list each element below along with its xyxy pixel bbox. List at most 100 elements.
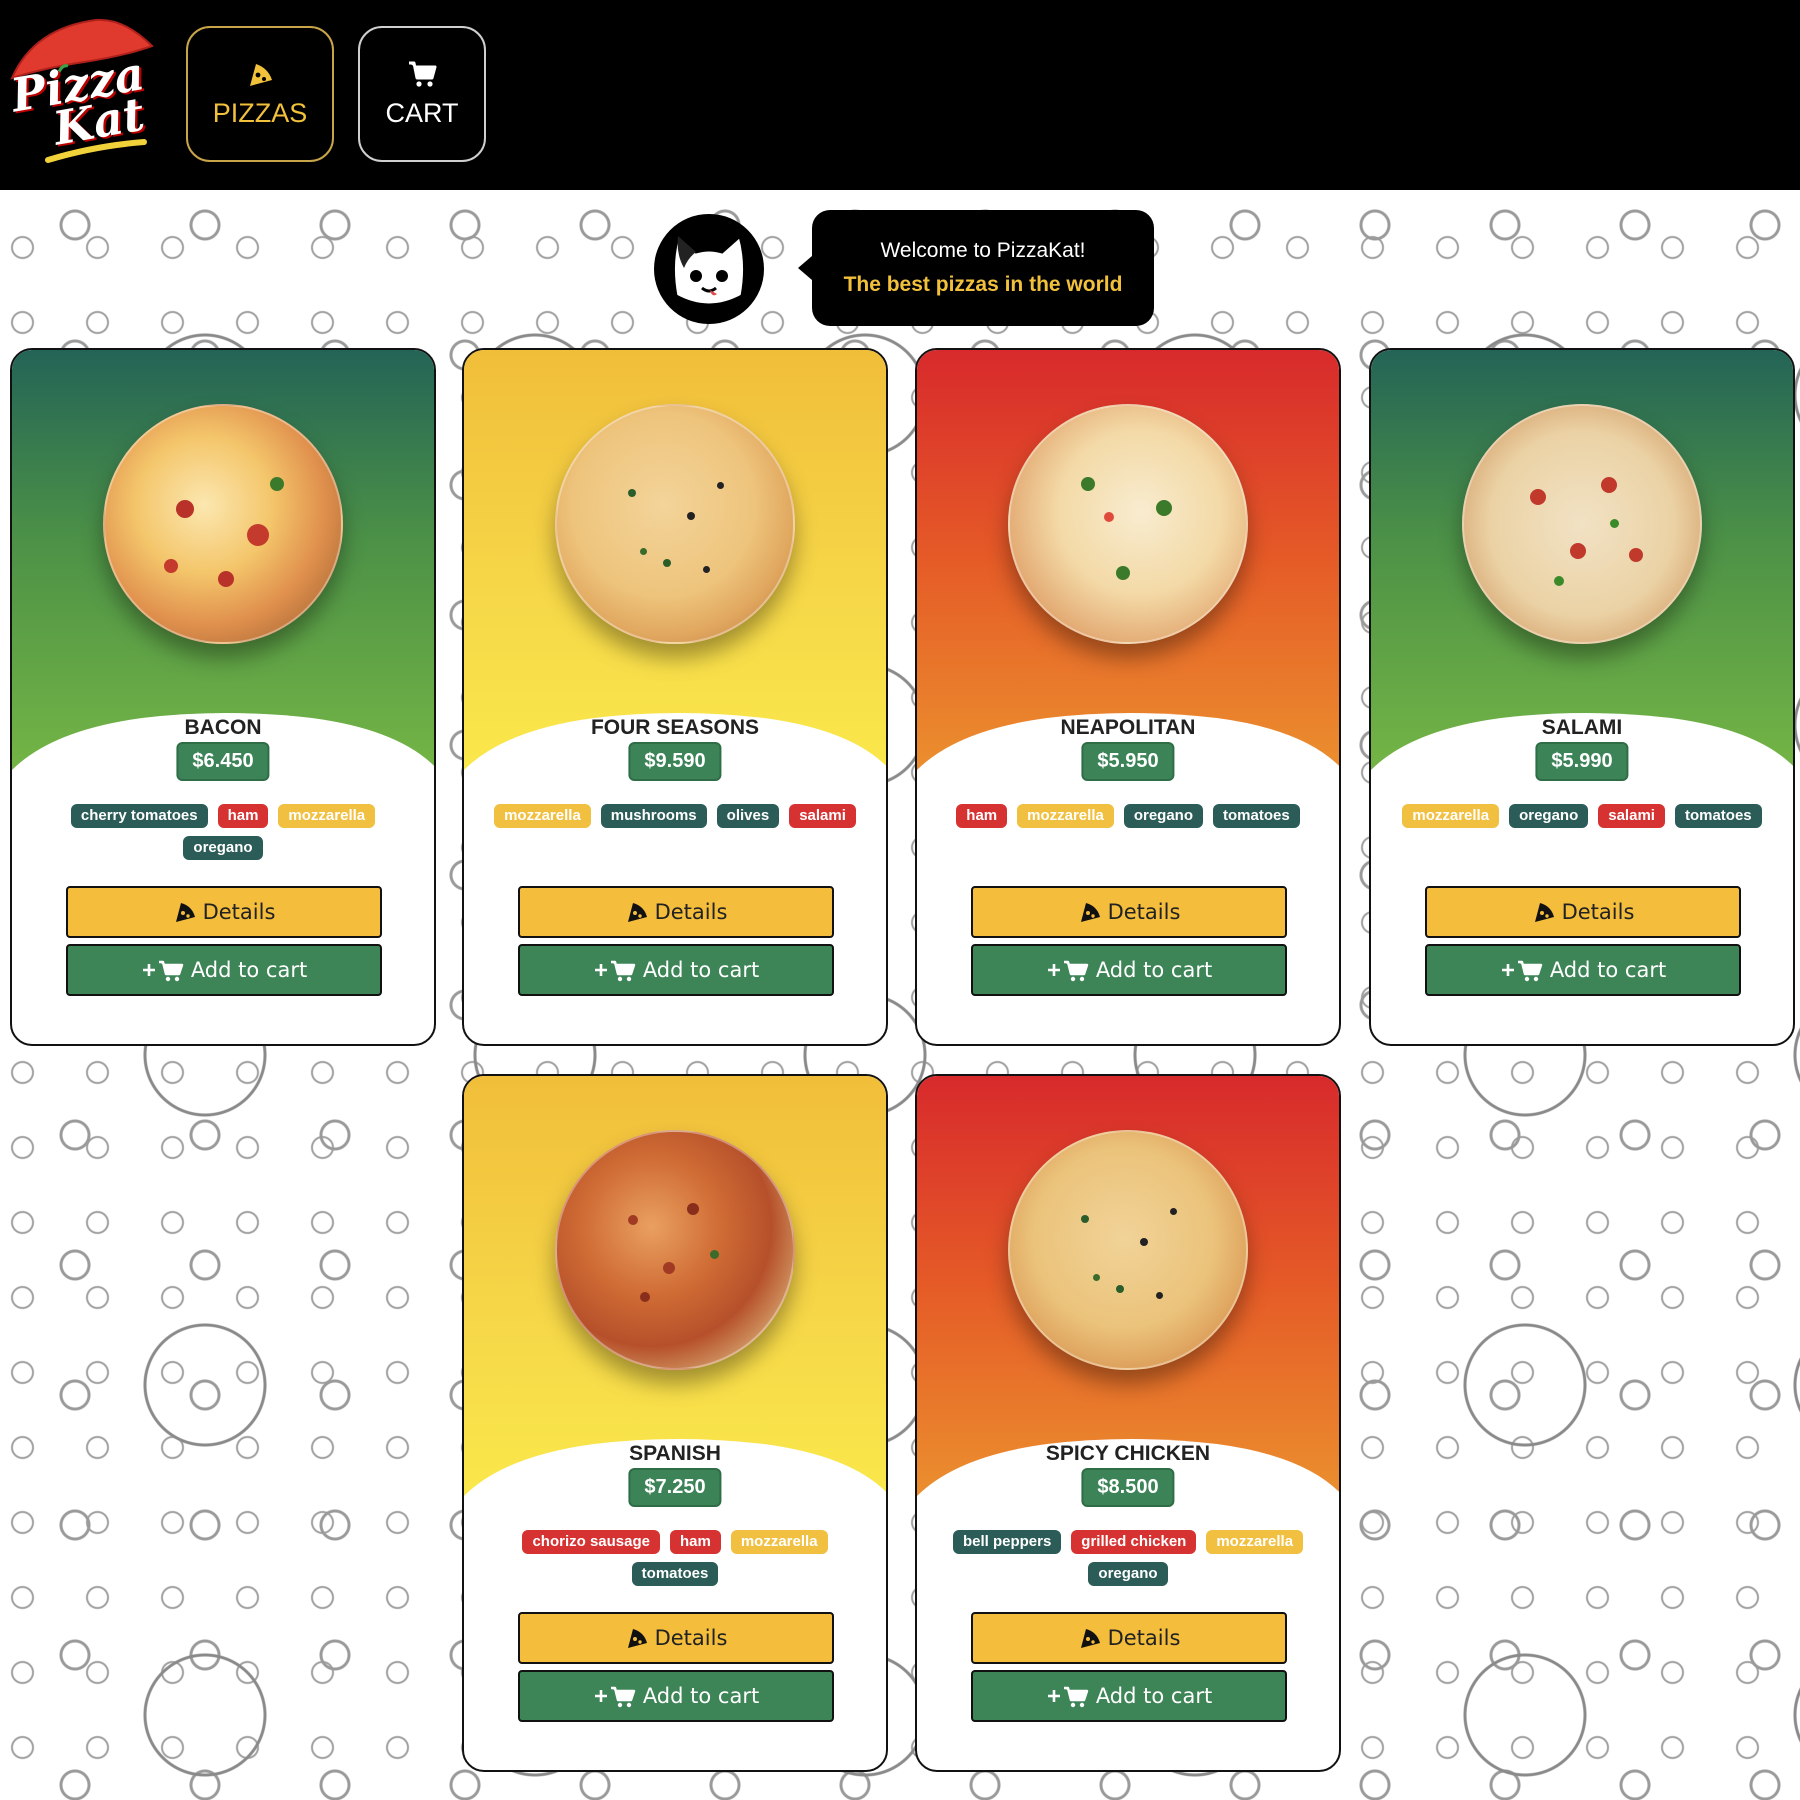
add-to-cart-label: Add to cart (642, 1684, 760, 1708)
topping-decoration (627, 488, 636, 497)
nav-pizzas-label: PIZZAS (212, 97, 308, 128)
ingredient-tag: tomatoes (1674, 804, 1762, 828)
topping-decoration (1139, 1238, 1148, 1247)
topping-decoration (717, 481, 725, 489)
pizza-image (555, 404, 795, 644)
cat-avatar (654, 214, 764, 324)
ingredient-tag: salami (1598, 804, 1665, 828)
pizza-slice-icon (250, 63, 272, 86)
add-to-cart-label: Add to cart (190, 958, 308, 982)
add-to-cart-button[interactable]: Add to cart (1425, 944, 1741, 996)
topping-decoration (703, 566, 711, 574)
pizza-slice-icon (627, 903, 647, 922)
add-to-cart-button[interactable]: Add to cart (518, 944, 834, 996)
ingredient-tag: grilled chicken (1071, 1530, 1197, 1554)
pizza-price-badge: $9.590 (628, 742, 722, 781)
welcome-title: Welcome to PizzaKat! (880, 239, 1086, 262)
topping-decoration (1080, 476, 1095, 491)
topping-decoration (1080, 1214, 1089, 1223)
pizza-slice-icon (1080, 903, 1100, 922)
ingredient-tag: salami (789, 804, 856, 828)
details-button[interactable]: Details (971, 886, 1287, 938)
pizza-card: SPANISH $7.250 chorizo sausage ham mozzarell… (462, 1074, 888, 1772)
ingredient-tag: oregano (1088, 1562, 1168, 1586)
topping-decoration (218, 571, 235, 588)
pizza-name: NEAPOLITAN (1060, 716, 1196, 739)
ingredient-tags: chorizo sausage ham mozzarella tomatoes (494, 1530, 856, 1586)
ingredient-tag: mushrooms (600, 804, 707, 828)
pizza-card: BACON $6.450 cherry tomatoes ham mozzarella o… (10, 348, 436, 1046)
topping-decoration (1553, 575, 1564, 586)
topping-decoration (1600, 476, 1617, 493)
details-label: Details (202, 900, 276, 924)
details-button[interactable]: Details (971, 1612, 1287, 1664)
details-label: Details (654, 1626, 728, 1650)
details-button[interactable]: Details (1425, 886, 1741, 938)
topping-decoration (639, 547, 647, 555)
ingredient-tag: ham (670, 1530, 721, 1554)
topping-decoration (246, 524, 269, 546)
add-to-cart-icon (1047, 1686, 1089, 1708)
pizza-image (1008, 404, 1248, 644)
topping-decoration (663, 559, 672, 568)
pizzakat-logo[interactable]: Pizza Kat (4, 16, 154, 176)
ingredient-tag: tomatoes (1213, 804, 1300, 828)
add-to-cart-button[interactable]: Add to cart (518, 1670, 834, 1722)
add-to-cart-icon (594, 960, 636, 982)
pizza-name: BACON (184, 716, 262, 739)
topping-decoration (1156, 500, 1173, 517)
pizza-price-badge: $5.990 (1535, 742, 1629, 781)
ingredient-tag: ham (956, 804, 1008, 828)
pizza-name: SALAMI (1541, 716, 1623, 739)
add-to-cart-icon (594, 1686, 636, 1708)
topping-decoration (175, 500, 194, 519)
topping-decoration (164, 559, 178, 574)
topping-decoration (1104, 512, 1115, 523)
add-to-cart-button[interactable]: Add to cart (971, 944, 1287, 996)
topping-decoration (663, 1261, 676, 1274)
pizza-card: FOUR SEASONS $9.590 mozzarella mushrooms oli… (462, 348, 888, 1046)
pizza-card: SPICY CHICKEN $8.500 bell peppers grilled c… (915, 1074, 1341, 1772)
ingredient-tag: mozzarella (1017, 804, 1114, 828)
pizza-card: SALAMI $5.990 mozzarella oregano salami tomat… (1369, 348, 1795, 1046)
topping-decoration (1116, 1285, 1125, 1294)
nav-pizzas-button[interactable]: PIZZAS (186, 26, 334, 162)
pizza-slice-icon (1534, 903, 1554, 922)
ingredient-tag: mozzarella (494, 804, 591, 828)
logo-swoosh-icon (45, 139, 147, 163)
pizza-image (555, 1130, 795, 1370)
add-to-cart-button[interactable]: Add to cart (971, 1670, 1287, 1722)
topping-decoration (686, 512, 695, 521)
cat-face-icon (671, 233, 747, 307)
ingredient-tag: oregano (1509, 804, 1589, 828)
ingredient-tag: olives (716, 804, 780, 828)
ingredient-tag: chorizo sausage (522, 1530, 660, 1554)
topping-decoration (627, 1214, 638, 1225)
details-button[interactable]: Details (66, 886, 382, 938)
pizza-name: SPICY CHICKEN (1045, 1442, 1211, 1465)
top-navbar: Pizza Kat PIZZAS CART (0, 0, 1800, 190)
ingredient-tag: oregano (183, 836, 263, 860)
ingredient-tags: mozzarella mushrooms olives salami (494, 804, 856, 828)
nav-cart-button[interactable]: CART (358, 26, 486, 162)
topping-decoration (270, 476, 285, 491)
add-to-cart-button[interactable]: Add to cart (66, 944, 382, 996)
pizza-slice-icon (175, 903, 195, 922)
pizza-card: NEAPOLITAN $5.950 ham mozzarella oregano toma… (915, 348, 1341, 1046)
topping-decoration (686, 1202, 699, 1215)
details-button[interactable]: Details (518, 1612, 834, 1664)
pizza-slice-icon (1080, 1629, 1100, 1648)
pizza-name: SPANISH (629, 1442, 721, 1465)
details-label: Details (1107, 900, 1181, 924)
topping-decoration (1570, 542, 1587, 559)
pizza-image (1008, 1130, 1248, 1370)
topping-decoration (1610, 519, 1620, 529)
add-to-cart-icon (142, 960, 184, 982)
topping-decoration (710, 1250, 720, 1259)
add-to-cart-label: Add to cart (642, 958, 760, 982)
pizza-price-badge: $7.250 (628, 1468, 722, 1507)
nav-cart-label: CART (385, 97, 459, 128)
topping-decoration (1156, 1292, 1164, 1300)
details-button[interactable]: Details (518, 886, 834, 938)
welcome-speech-bubble: Welcome to PizzaKat! The best pizzas in … (798, 210, 1154, 326)
